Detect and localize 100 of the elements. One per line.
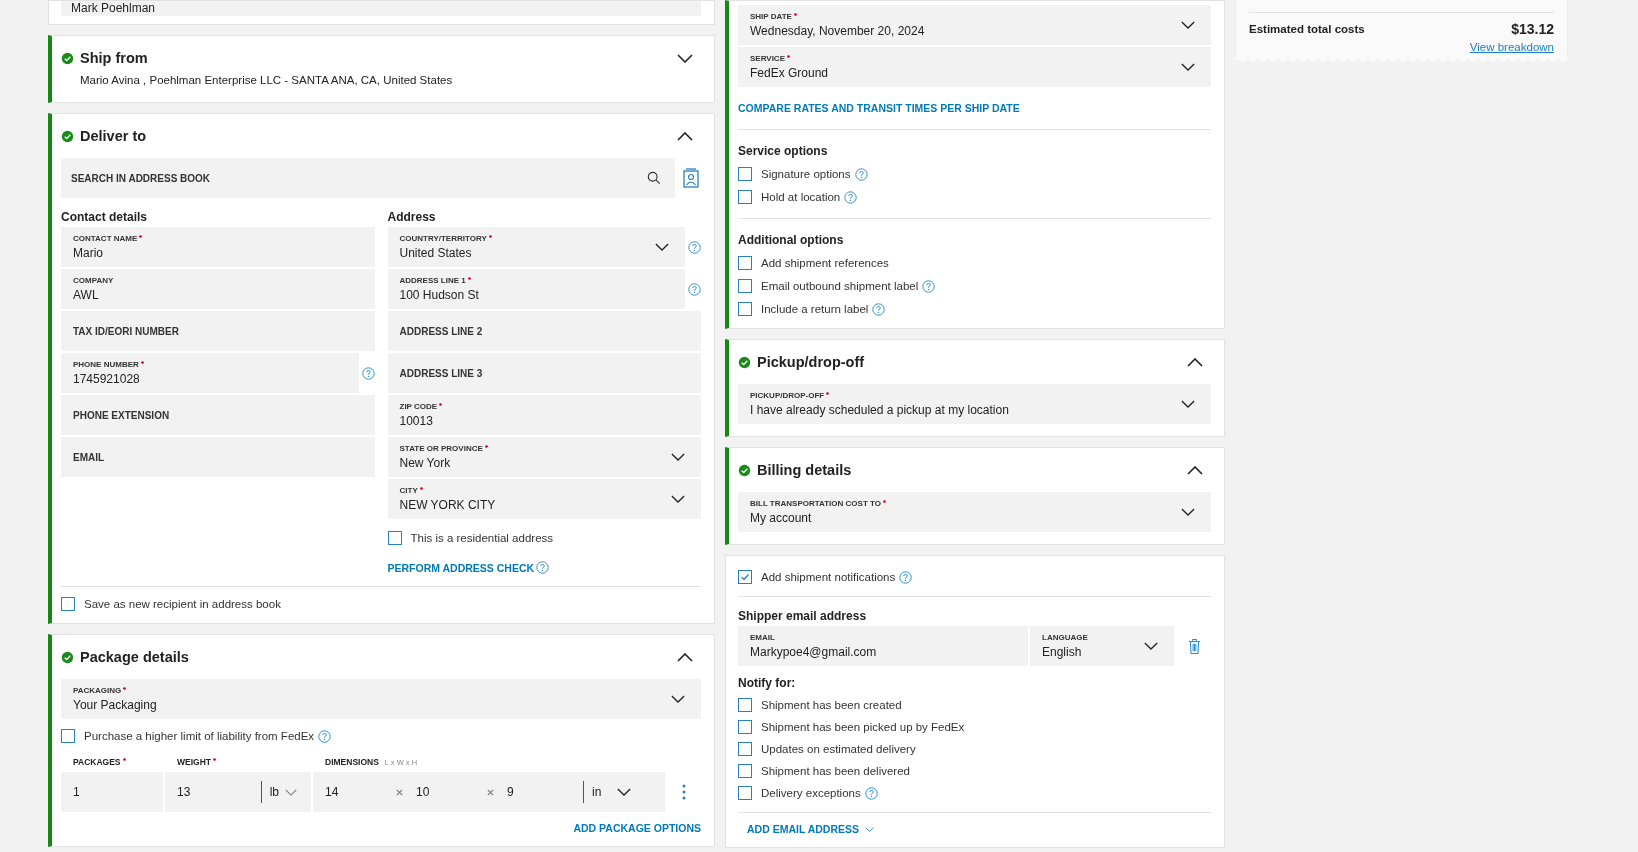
text-field[interactable]: CONTACT NAME Mario: [61, 227, 375, 267]
checkbox-label[interactable]: Add shipment references: [761, 257, 889, 269]
help-icon[interactable]: [854, 167, 868, 181]
dropdown-field[interactable]: CITY NEW YORK CITY: [387, 479, 701, 519]
chevron-up-icon[interactable]: [677, 131, 693, 141]
dropdown-field[interactable]: BILL TRANSPORTATION COST TO My account: [738, 492, 1211, 532]
dropdown-field[interactable]: SERVICE FedEx Ground: [738, 47, 1211, 87]
checkbox-label[interactable]: Signature options: [761, 167, 868, 181]
help-icon[interactable]: [536, 561, 550, 574]
chevron-down-icon: [1181, 21, 1195, 29]
text-field[interactable]: ZIP CODE 10013: [387, 395, 701, 435]
dropdown-field[interactable]: STATE OR PROVINCE New York: [387, 437, 701, 477]
required-icon: [786, 54, 791, 59]
chevron-down-icon: [865, 826, 874, 832]
dropdown-field[interactable]: PICKUP/DROP-OFF I have already scheduled a pickup at my location: [738, 384, 1211, 424]
help-icon[interactable]: [688, 240, 701, 254]
checkbox[interactable]: [61, 729, 75, 743]
text-field[interactable]: EMAIL Markypoe4@gmail.com: [738, 626, 1028, 666]
address-book-icon[interactable]: [683, 168, 699, 188]
checkbox[interactable]: [738, 742, 752, 756]
checkbox-label[interactable]: Shipment has been created: [761, 699, 902, 711]
section-title: Pickup/drop-off: [757, 354, 866, 370]
help-icon[interactable]: [899, 570, 913, 584]
width-field[interactable]: 10: [416, 785, 486, 799]
compare-rates-link[interactable]: COMPARE RATES AND TRANSIT TIMES PER SHIP DATE: [738, 102, 1020, 114]
dropdown-field[interactable]: LANGUAGE English: [1030, 626, 1174, 666]
text-field[interactable]: PHONE EXTENSION: [61, 395, 375, 435]
help-icon[interactable]: [361, 366, 375, 380]
checkbox-label[interactable]: Delivery exceptions: [761, 786, 878, 800]
group-heading: Notify for:: [738, 676, 797, 690]
column-label: PACKAGES: [73, 757, 127, 767]
text-field[interactable]: ADDRESS LINE 2: [387, 311, 701, 351]
help-icon[interactable]: [844, 190, 858, 204]
times-icon: [395, 787, 404, 797]
checkbox-label[interactable]: Purchase a higher limit of liability from FedEx: [84, 729, 332, 743]
text-field[interactable]: Mark Poehlman: [61, 1, 701, 16]
checkbox[interactable]: [738, 256, 752, 270]
dropdown-field[interactable]: COUNTRY/TERRITORY United States: [387, 227, 685, 267]
chevron-up-icon[interactable]: [677, 652, 693, 662]
weight-field[interactable]: 13: [177, 785, 255, 799]
checkbox[interactable]: [387, 531, 402, 545]
checkbox-label[interactable]: This is a residential address: [410, 532, 554, 544]
checkbox[interactable]: [738, 190, 752, 204]
checkbox[interactable]: [738, 167, 752, 181]
help-icon[interactable]: [922, 279, 936, 293]
text-field[interactable]: TAX ID/EORI NUMBER: [61, 311, 375, 351]
chevron-down-icon[interactable]: [677, 53, 693, 63]
packages-field[interactable]: 1: [61, 772, 163, 812]
search-field[interactable]: SEARCH IN ADDRESS BOOK: [61, 158, 675, 198]
checkbox-label[interactable]: Save as new recipient in address book: [84, 598, 281, 610]
checkbox[interactable]: [738, 720, 752, 734]
help-icon[interactable]: [688, 282, 701, 296]
chevron-down-icon: [617, 788, 632, 796]
address-check-link[interactable]: PERFORM ADDRESS CHECK: [387, 561, 535, 574]
help-icon[interactable]: [864, 786, 878, 800]
chevron-down-icon: [1181, 63, 1195, 71]
checkbox[interactable]: [738, 279, 752, 293]
checkbox[interactable]: [738, 698, 752, 712]
column-label: DIMENSIONS: [325, 757, 379, 767]
add-email-link[interactable]: ADD EMAIL ADDRESS: [747, 823, 859, 835]
help-icon[interactable]: [318, 729, 332, 743]
more-icon[interactable]: [682, 784, 686, 800]
dropdown-field[interactable]: SHIP DATE Wednesday, November 20, 2024: [738, 5, 1211, 45]
required-icon: [792, 12, 798, 17]
text-field[interactable]: ADDRESS LINE 3: [387, 353, 701, 393]
text-field[interactable]: ADDRESS LINE 1 100 Hudson St: [387, 269, 685, 309]
checkbox[interactable]: [61, 597, 75, 611]
checkbox[interactable]: [738, 786, 752, 800]
required-icon: [121, 757, 127, 762]
checkbox[interactable]: [738, 764, 752, 778]
checkbox-label[interactable]: Shipment has been delivered: [761, 765, 910, 777]
required-icon: [483, 444, 489, 449]
text-field[interactable]: COMPANY AWL: [61, 269, 375, 309]
checkbox-label[interactable]: Shipment has been picked up by FedEx: [761, 721, 965, 733]
dropdown-field[interactable]: PACKAGING Your Packaging: [61, 679, 701, 719]
package-options-link[interactable]: ADD PACKAGE OPTIONS: [573, 822, 701, 834]
trash-icon[interactable]: [1188, 637, 1201, 655]
text-field[interactable]: EMAIL: [61, 437, 375, 477]
column-label: WEIGHT: [177, 757, 217, 767]
length-field[interactable]: 14: [325, 785, 395, 799]
chevron-up-icon[interactable]: [1187, 465, 1203, 475]
checkbox-label[interactable]: Updates on estimated delivery: [761, 743, 916, 755]
checkbox-label[interactable]: Email outbound shipment label: [761, 279, 936, 293]
unit-dropdown[interactable]: in: [590, 785, 634, 799]
height-field[interactable]: 9: [507, 785, 577, 799]
text-field[interactable]: PHONE NUMBER 1745921028: [61, 353, 359, 393]
chevron-up-icon[interactable]: [1187, 357, 1203, 367]
address-summary: Mario Avina , Poehlman Enterprise LLC - SANTA ANA, CA, United States: [79, 74, 454, 88]
checkbox-label[interactable]: Include a return label: [761, 302, 886, 316]
checkbox[interactable]: [738, 302, 752, 316]
checkbox[interactable]: [738, 570, 752, 584]
view-breakdown-link[interactable]: View breakdown: [1469, 41, 1554, 53]
unit-dropdown[interactable]: lb: [267, 785, 299, 799]
required-icon: [825, 391, 831, 396]
chevron-down-icon: [671, 453, 685, 461]
checkbox-label[interactable]: Add shipment notifications: [761, 570, 913, 584]
checkbox-label[interactable]: Hold at location: [761, 190, 858, 204]
search-icon: [647, 171, 661, 185]
chevron-down-icon: [285, 788, 297, 796]
help-icon[interactable]: [872, 302, 886, 316]
